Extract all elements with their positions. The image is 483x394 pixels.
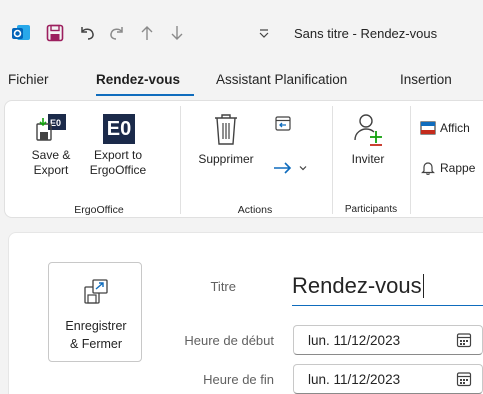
- start-date-value: lun. 11/12/2023: [308, 332, 401, 348]
- show-as-button[interactable]: Affich: [420, 120, 470, 136]
- group-separator: [180, 106, 181, 214]
- customize-toolbar-icon[interactable]: [256, 22, 272, 44]
- invite-label: Inviter: [351, 152, 385, 166]
- start-date-field[interactable]: lun. 11/12/2023: [293, 325, 483, 355]
- save-close-label-2: & Fermer: [69, 337, 123, 351]
- group-separator: [332, 106, 333, 214]
- delete-label: Supprimer: [198, 152, 254, 166]
- tab-assistant-planification[interactable]: Assistant Planification: [216, 72, 347, 87]
- trash-icon: [190, 112, 262, 152]
- arrow-up-icon[interactable]: [136, 22, 158, 44]
- forward-arrow-icon: [274, 162, 292, 174]
- window-title: Sans titre - Rendez-vous: [294, 26, 438, 41]
- bell-icon: [421, 162, 435, 175]
- save-export-icon: E0: [24, 112, 78, 148]
- tab-rendez-vous[interactable]: Rendez-vous: [96, 72, 180, 87]
- start-time-label: Heure de début: [184, 333, 274, 348]
- end-date-field[interactable]: lun. 11/12/2023: [293, 364, 483, 394]
- end-time-label: Heure de fin: [203, 372, 274, 387]
- redo-icon[interactable]: [106, 22, 128, 44]
- export-to-ergooffice-button[interactable]: E0 Export to ErgoOffice: [80, 112, 156, 178]
- show-as-icon: [420, 121, 436, 135]
- save-export-label-2: Export: [33, 163, 69, 177]
- save-export-label-1: Save &: [31, 148, 71, 162]
- invite-button[interactable]: Inviter: [338, 112, 398, 167]
- save-export-button[interactable]: E0 Save & Export: [24, 112, 78, 178]
- title-label: Titre: [210, 279, 236, 294]
- export-to-label-2: ErgoOffice: [89, 163, 147, 177]
- calendar-icon[interactable]: [456, 332, 472, 351]
- export-to-label-1: Export to: [93, 148, 143, 162]
- calendar-forward-button[interactable]: [274, 114, 292, 132]
- show-as-label: Affich: [440, 121, 470, 135]
- active-tab-indicator: [96, 94, 194, 96]
- undo-icon[interactable]: [76, 22, 98, 44]
- ergooffice-logo-icon: E0: [103, 114, 135, 144]
- title-bar: Sans titre - Rendez-vous: [0, 0, 483, 62]
- tab-insertion[interactable]: Insertion: [400, 72, 452, 87]
- delete-button[interactable]: Supprimer: [190, 112, 262, 167]
- reminder-label: Rappe: [440, 161, 476, 175]
- save-close-icon: [84, 279, 108, 304]
- title-input[interactable]: Rendez-vous: [292, 266, 483, 306]
- text-cursor: [422, 273, 424, 298]
- add-person-icon: [338, 112, 398, 152]
- chevron-down-icon: [299, 166, 307, 171]
- group-label-actions: Actions: [237, 204, 273, 216]
- end-date-value: lun. 11/12/2023: [308, 371, 401, 387]
- outlook-icon: [10, 22, 32, 44]
- calendar-icon[interactable]: [456, 371, 472, 390]
- save-and-close-button[interactable]: Enregistrer & Fermer: [48, 262, 142, 362]
- group-label-ergooffice: ErgoOffice: [74, 204, 124, 216]
- save-close-label-1: Enregistrer: [65, 319, 127, 333]
- group-separator: [410, 106, 411, 214]
- calendar-forward-icon: [275, 116, 291, 131]
- title-value: Rendez-vous: [292, 272, 422, 298]
- tab-fichier[interactable]: Fichier: [8, 72, 49, 87]
- group-label-participants: Participants: [344, 204, 398, 215]
- arrow-down-icon[interactable]: [166, 22, 188, 44]
- reminder-button[interactable]: Rappe: [420, 160, 475, 176]
- forward-button[interactable]: [272, 160, 308, 176]
- save-icon[interactable]: [44, 22, 66, 44]
- ribbon-tabs: Fichier Rendez-vous Assistant Planificat…: [0, 66, 483, 96]
